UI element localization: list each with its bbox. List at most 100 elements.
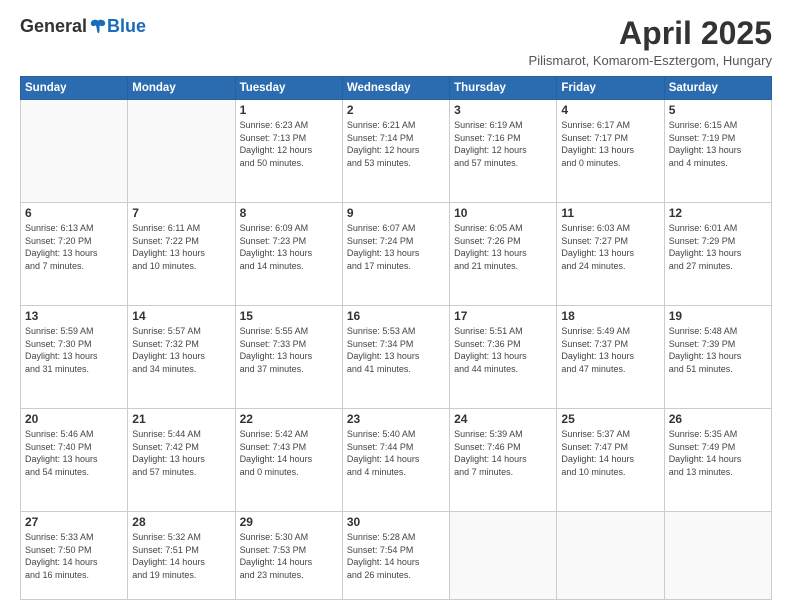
day-info: Sunrise: 6:15 AM Sunset: 7:19 PM Dayligh…: [669, 119, 767, 169]
logo-blue-text: Blue: [107, 16, 146, 37]
location-subtitle: Pilismarot, Komarom-Esztergom, Hungary: [529, 53, 772, 68]
day-info: Sunrise: 6:07 AM Sunset: 7:24 PM Dayligh…: [347, 222, 445, 272]
day-number: 30: [347, 515, 445, 529]
col-wednesday: Wednesday: [342, 77, 449, 100]
table-row: [21, 100, 128, 203]
table-row: 14 Sunrise: 5:57 AM Sunset: 7:32 PM Dayli…: [128, 306, 235, 409]
day-number: 18: [561, 309, 659, 323]
day-info: Sunrise: 5:55 AM Sunset: 7:33 PM Dayligh…: [240, 325, 338, 375]
page: General Blue April 2025 Pilismarot, Koma…: [0, 0, 792, 612]
col-thursday: Thursday: [450, 77, 557, 100]
day-number: 27: [25, 515, 123, 529]
table-row: 8 Sunrise: 6:09 AM Sunset: 7:23 PM Daylig…: [235, 203, 342, 306]
day-info: Sunrise: 5:33 AM Sunset: 7:50 PM Dayligh…: [25, 531, 123, 581]
day-number: 24: [454, 412, 552, 426]
day-number: 13: [25, 309, 123, 323]
day-number: 26: [669, 412, 767, 426]
day-number: 5: [669, 103, 767, 117]
table-row: 24 Sunrise: 5:39 AM Sunset: 7:46 PM Dayli…: [450, 409, 557, 512]
day-number: 7: [132, 206, 230, 220]
day-info: Sunrise: 6:01 AM Sunset: 7:29 PM Dayligh…: [669, 222, 767, 272]
table-row: [128, 100, 235, 203]
day-number: 23: [347, 412, 445, 426]
calendar-header-row: Sunday Monday Tuesday Wednesday Thursday…: [21, 77, 772, 100]
table-row: 15 Sunrise: 5:55 AM Sunset: 7:33 PM Dayli…: [235, 306, 342, 409]
day-number: 15: [240, 309, 338, 323]
table-row: 10 Sunrise: 6:05 AM Sunset: 7:26 PM Dayli…: [450, 203, 557, 306]
day-number: 10: [454, 206, 552, 220]
table-row: 2 Sunrise: 6:21 AM Sunset: 7:14 PM Daylig…: [342, 100, 449, 203]
logo-general-text: General: [20, 16, 87, 37]
day-info: Sunrise: 5:28 AM Sunset: 7:54 PM Dayligh…: [347, 531, 445, 581]
day-info: Sunrise: 6:23 AM Sunset: 7:13 PM Dayligh…: [240, 119, 338, 169]
day-number: 1: [240, 103, 338, 117]
day-number: 14: [132, 309, 230, 323]
table-row: 26 Sunrise: 5:35 AM Sunset: 7:49 PM Dayli…: [664, 409, 771, 512]
table-row: 21Sunrise: 5:44 AM Sunset: 7:42 PM Dayli…: [128, 409, 235, 512]
day-info: Sunrise: 5:32 AM Sunset: 7:51 PM Dayligh…: [132, 531, 230, 581]
table-row: [557, 512, 664, 600]
day-number: 21: [132, 412, 230, 426]
day-info: Sunrise: 6:11 AM Sunset: 7:22 PM Dayligh…: [132, 222, 230, 272]
day-info: Sunrise: 5:35 AM Sunset: 7:49 PM Dayligh…: [669, 428, 767, 478]
table-row: 29 Sunrise: 5:30 AM Sunset: 7:53 PM Dayli…: [235, 512, 342, 600]
day-info: Sunrise: 6:17 AM Sunset: 7:17 PM Dayligh…: [561, 119, 659, 169]
table-row: 3 Sunrise: 6:19 AM Sunset: 7:16 PM Daylig…: [450, 100, 557, 203]
day-number: 11: [561, 206, 659, 220]
table-row: 9 Sunrise: 6:07 AM Sunset: 7:24 PM Daylig…: [342, 203, 449, 306]
day-number: 2: [347, 103, 445, 117]
day-info: Sunrise: 6:03 AM Sunset: 7:27 PM Dayligh…: [561, 222, 659, 272]
table-row: [664, 512, 771, 600]
day-number: 3: [454, 103, 552, 117]
day-info: Sunrise: 5:53 AM Sunset: 7:34 PM Dayligh…: [347, 325, 445, 375]
col-sunday: Sunday: [21, 77, 128, 100]
table-row: 12 Sunrise: 6:01 AM Sunset: 7:29 PM Dayli…: [664, 203, 771, 306]
logo-bird-icon: [89, 18, 107, 36]
month-title: April 2025: [529, 16, 772, 51]
table-row: 16 Sunrise: 5:53 AM Sunset: 7:34 PM Dayli…: [342, 306, 449, 409]
day-info: Sunrise: 5:51 AM Sunset: 7:36 PM Dayligh…: [454, 325, 552, 375]
col-monday: Monday: [128, 77, 235, 100]
table-row: 11 Sunrise: 6:03 AM Sunset: 7:27 PM Dayli…: [557, 203, 664, 306]
day-info: Sunrise: 6:13 AM Sunset: 7:20 PM Dayligh…: [25, 222, 123, 272]
calendar-table: Sunday Monday Tuesday Wednesday Thursday…: [20, 76, 772, 600]
day-number: 19: [669, 309, 767, 323]
table-row: 13Sunrise: 5:59 AM Sunset: 7:30 PM Dayli…: [21, 306, 128, 409]
day-info: Sunrise: 5:30 AM Sunset: 7:53 PM Dayligh…: [240, 531, 338, 581]
day-number: 28: [132, 515, 230, 529]
header: General Blue April 2025 Pilismarot, Koma…: [20, 16, 772, 68]
day-info: Sunrise: 5:40 AM Sunset: 7:44 PM Dayligh…: [347, 428, 445, 478]
logo: General Blue: [20, 16, 146, 37]
day-number: 8: [240, 206, 338, 220]
day-info: Sunrise: 5:46 AM Sunset: 7:40 PM Dayligh…: [25, 428, 123, 478]
day-info: Sunrise: 6:09 AM Sunset: 7:23 PM Dayligh…: [240, 222, 338, 272]
calendar-week-row: 6 Sunrise: 6:13 AM Sunset: 7:20 PM Daylig…: [21, 203, 772, 306]
col-friday: Friday: [557, 77, 664, 100]
day-info: Sunrise: 6:19 AM Sunset: 7:16 PM Dayligh…: [454, 119, 552, 169]
day-info: Sunrise: 5:49 AM Sunset: 7:37 PM Dayligh…: [561, 325, 659, 375]
day-number: 17: [454, 309, 552, 323]
day-info: Sunrise: 5:39 AM Sunset: 7:46 PM Dayligh…: [454, 428, 552, 478]
table-row: 23 Sunrise: 5:40 AM Sunset: 7:44 PM Dayli…: [342, 409, 449, 512]
calendar-week-row: 1 Sunrise: 6:23 AM Sunset: 7:13 PM Daylig…: [21, 100, 772, 203]
table-row: [450, 512, 557, 600]
table-row: 1 Sunrise: 6:23 AM Sunset: 7:13 PM Daylig…: [235, 100, 342, 203]
day-info: Sunrise: 6:21 AM Sunset: 7:14 PM Dayligh…: [347, 119, 445, 169]
col-saturday: Saturday: [664, 77, 771, 100]
table-row: 30 Sunrise: 5:28 AM Sunset: 7:54 PM Dayli…: [342, 512, 449, 600]
table-row: 4 Sunrise: 6:17 AM Sunset: 7:17 PM Daylig…: [557, 100, 664, 203]
day-info: Sunrise: 5:37 AM Sunset: 7:47 PM Dayligh…: [561, 428, 659, 478]
day-number: 9: [347, 206, 445, 220]
day-info: Sunrise: 5:57 AM Sunset: 7:32 PM Dayligh…: [132, 325, 230, 375]
day-number: 6: [25, 206, 123, 220]
calendar-week-row: 27 Sunrise: 5:33 AM Sunset: 7:50 PM Dayli…: [21, 512, 772, 600]
day-number: 4: [561, 103, 659, 117]
day-info: Sunrise: 6:05 AM Sunset: 7:26 PM Dayligh…: [454, 222, 552, 272]
table-row: 5 Sunrise: 6:15 AM Sunset: 7:19 PM Daylig…: [664, 100, 771, 203]
day-number: 12: [669, 206, 767, 220]
table-row: 6 Sunrise: 6:13 AM Sunset: 7:20 PM Daylig…: [21, 203, 128, 306]
day-number: 29: [240, 515, 338, 529]
title-area: April 2025 Pilismarot, Komarom-Esztergom…: [529, 16, 772, 68]
table-row: 25Sunrise: 5:37 AM Sunset: 7:47 PM Dayli…: [557, 409, 664, 512]
day-number: 16: [347, 309, 445, 323]
